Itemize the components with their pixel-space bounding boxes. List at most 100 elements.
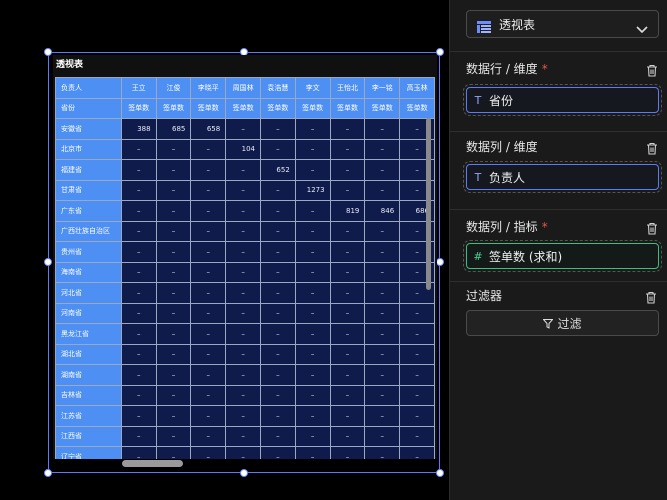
value-cell[interactable]: – [364, 241, 401, 263]
value-cell[interactable]: – [294, 343, 331, 365]
value-cell[interactable]: – [259, 446, 296, 459]
column-measure-field[interactable]: # 签单数 (求和) [463, 240, 662, 272]
value-cell[interactable]: – [120, 179, 157, 201]
value-cell[interactable]: – [120, 220, 157, 242]
value-cell[interactable]: – [120, 241, 157, 263]
value-cell[interactable]: – [155, 343, 192, 365]
value-cell[interactable]: – [364, 446, 401, 459]
value-cell[interactable]: – [329, 179, 366, 201]
value-cell[interactable]: – [399, 446, 435, 459]
value-cell[interactable]: – [225, 179, 261, 201]
owner-header[interactable]: 高玉林 [399, 77, 435, 99]
value-cell[interactable]: – [120, 261, 157, 283]
value-cell[interactable]: – [120, 343, 157, 365]
value-cell[interactable]: – [190, 241, 227, 263]
owner-header[interactable]: 王立 [120, 77, 157, 99]
owner-header[interactable]: 江俊 [155, 77, 192, 99]
value-cell[interactable]: – [120, 323, 157, 345]
value-cell[interactable]: – [190, 138, 227, 160]
pivot-table-viewport[interactable]: 负责人 王立 江俊 李晓平 周国林 袁浩慧 李文 王怡北 李一铭 高玉林 省份 签单数 签单数 签单数 签单… [55, 77, 435, 459]
value-cell[interactable]: – [120, 282, 157, 304]
value-cell[interactable]: – [190, 302, 227, 324]
resize-handle-bottom[interactable] [240, 469, 248, 477]
value-cell[interactable]: – [294, 241, 331, 263]
value-cell[interactable]: – [399, 343, 435, 365]
value-cell[interactable]: – [120, 200, 157, 222]
value-cell[interactable]: – [190, 384, 227, 406]
trash-icon[interactable] [646, 140, 658, 155]
value-cell[interactable]: – [294, 138, 331, 160]
value-cell[interactable]: – [120, 425, 157, 447]
owner-header[interactable]: 周国林 [225, 77, 261, 99]
value-cell[interactable]: – [155, 425, 192, 447]
value-cell[interactable]: – [120, 364, 157, 386]
trash-icon[interactable] [646, 62, 658, 77]
value-cell[interactable]: – [225, 261, 261, 283]
value-cell[interactable]: 685 [155, 118, 192, 140]
value-cell[interactable]: – [294, 425, 331, 447]
value-cell[interactable]: – [225, 241, 261, 263]
value-cell[interactable]: – [259, 138, 296, 160]
value-cell[interactable]: – [120, 159, 157, 181]
resize-handle-top-right[interactable] [436, 48, 444, 56]
value-cell[interactable]: – [190, 405, 227, 427]
value-cell[interactable]: – [155, 302, 192, 324]
value-cell[interactable]: – [225, 220, 261, 242]
value-cell[interactable]: – [259, 261, 296, 283]
value-cell[interactable]: – [294, 302, 331, 324]
value-cell[interactable]: – [399, 384, 435, 406]
value-cell[interactable]: – [259, 425, 296, 447]
value-cell[interactable]: – [294, 261, 331, 283]
value-cell[interactable]: – [329, 118, 366, 140]
value-cell[interactable]: – [225, 384, 261, 406]
value-cell[interactable]: – [190, 323, 227, 345]
value-cell[interactable]: – [120, 302, 157, 324]
value-cell[interactable]: – [364, 384, 401, 406]
trash-icon[interactable] [646, 220, 658, 235]
value-cell[interactable]: – [294, 118, 331, 140]
value-cell[interactable]: – [364, 323, 401, 345]
row-dimension-field[interactable]: T 省份 [463, 84, 662, 116]
value-cell[interactable]: – [225, 302, 261, 324]
value-cell[interactable]: – [364, 138, 401, 160]
value-cell[interactable]: – [364, 118, 401, 140]
horizontal-scrollbar[interactable] [122, 460, 183, 467]
value-cell[interactable]: – [155, 364, 192, 386]
value-cell[interactable]: – [190, 179, 227, 201]
value-cell[interactable]: – [364, 364, 401, 386]
value-cell[interactable]: – [329, 364, 366, 386]
value-cell[interactable]: – [329, 302, 366, 324]
value-cell[interactable]: – [155, 282, 192, 304]
value-cell[interactable]: – [329, 425, 366, 447]
owner-header[interactable]: 李一铭 [364, 77, 401, 99]
value-cell[interactable]: – [155, 220, 192, 242]
value-cell[interactable]: – [329, 405, 366, 427]
value-cell[interactable]: – [225, 159, 261, 181]
value-cell[interactable]: – [364, 179, 401, 201]
value-cell[interactable]: – [329, 323, 366, 345]
value-cell[interactable]: – [155, 384, 192, 406]
value-cell[interactable]: – [259, 200, 296, 222]
value-cell[interactable]: – [190, 200, 227, 222]
value-cell[interactable]: – [294, 405, 331, 427]
value-cell[interactable]: – [329, 138, 366, 160]
value-cell[interactable]: – [364, 302, 401, 324]
value-cell[interactable]: 1273 [294, 179, 331, 201]
value-cell[interactable]: – [225, 446, 261, 459]
value-cell[interactable]: – [155, 405, 192, 427]
value-cell[interactable]: – [294, 364, 331, 386]
value-cell[interactable]: – [294, 220, 331, 242]
value-cell[interactable]: – [259, 179, 296, 201]
value-cell[interactable]: 819 [329, 200, 366, 222]
value-cell[interactable]: – [329, 220, 366, 242]
value-cell[interactable]: – [294, 159, 331, 181]
value-cell[interactable]: – [225, 323, 261, 345]
value-cell[interactable]: – [190, 159, 227, 181]
value-cell[interactable]: – [294, 282, 331, 304]
value-cell[interactable]: – [294, 200, 331, 222]
value-cell[interactable]: – [364, 425, 401, 447]
owner-header[interactable]: 李文 [294, 77, 331, 99]
value-cell[interactable]: – [259, 282, 296, 304]
value-cell[interactable]: – [329, 282, 366, 304]
value-cell[interactable]: – [190, 425, 227, 447]
